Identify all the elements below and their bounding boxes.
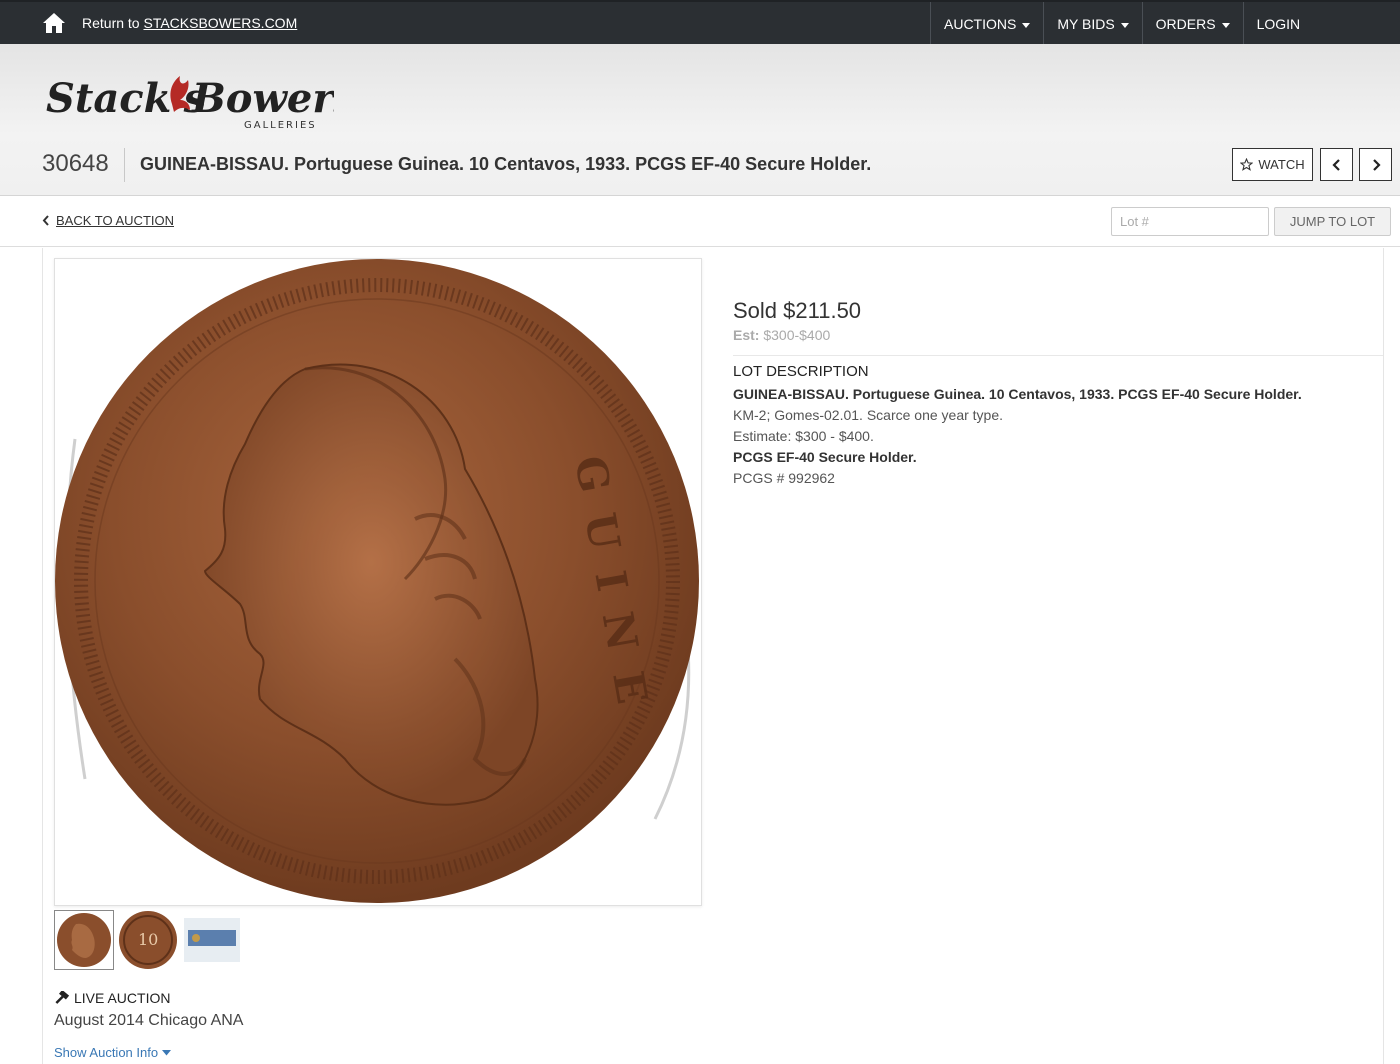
stacks-bowers-logo[interactable]: Stack's Bowers GALLERIES [44,62,334,132]
stacksbowers-link[interactable]: STACKSBOWERS.COM [143,15,297,31]
auction-name: August 2014 Chicago ANA [54,1012,244,1029]
return-link[interactable]: Return to STACKSBOWERS.COM [82,15,297,31]
divider [733,355,1383,356]
nav-auctions[interactable]: AUCTIONS [930,2,1043,46]
caret-down-icon [1022,22,1031,28]
sub-toolbar: BACK TO AUCTION JUMP TO LOT [0,197,1400,247]
description-line: PCGS # 992962 [733,470,835,486]
thumb-reverse[interactable]: 10 [118,910,178,970]
caret-down-icon [162,1049,172,1055]
divider [124,148,125,182]
nav-my-bids[interactable]: MY BIDS [1043,2,1141,46]
lot-description-heading: LOT DESCRIPTION [733,363,869,380]
top-nav-menu: AUCTIONS MY BIDS ORDERS LOGIN [930,2,1313,46]
caret-down-icon [1120,22,1129,28]
caret-down-icon [1221,22,1230,28]
thumbnail-strip: 10 [54,910,242,970]
svg-text:GALLERIES: GALLERIES [244,120,317,131]
live-auction-label: LIVE AUCTION [54,990,170,1006]
show-auction-info-link[interactable]: Show Auction Info [54,1045,172,1060]
nav-login[interactable]: LOGIN [1242,2,1314,46]
chevron-left-icon [1331,158,1340,171]
lot-header: Stack's Bowers GALLERIES 30648 GUINEA-BI… [0,44,1400,196]
lot-title: GUINEA-BISSAU. Portuguese Guinea. 10 Cen… [140,154,872,174]
description-line: PCGS EF-40 Secure Holder. [733,449,917,465]
chevron-left-icon [42,215,49,226]
jump-to-lot-button[interactable]: JUMP TO LOT [1274,207,1391,236]
lot-number: 30648 [42,150,109,177]
top-navbar: Return to STACKSBOWERS.COM AUCTIONS MY B… [0,0,1400,46]
coin-image[interactable]: GUINE [54,258,702,906]
sold-price: Sold $211.50 [733,298,862,323]
thumb-slab[interactable] [182,910,242,970]
svg-text:10: 10 [138,930,158,949]
svg-text:Bowers: Bowers [191,75,334,122]
watch-button[interactable]: WATCH [1232,148,1313,181]
description-line: Estimate: $300 - $400. [733,428,874,444]
lot-number-input[interactable] [1111,207,1269,236]
thumb-obverse[interactable] [54,910,114,970]
svg-text:Stack's: Stack's [46,75,206,122]
description-title: GUINEA-BISSAU. Portuguese Guinea. 10 Cen… [733,386,1302,402]
nav-orders[interactable]: ORDERS [1141,2,1243,46]
star-icon [1240,158,1254,171]
gavel-icon [55,991,70,1004]
home-icon[interactable] [42,12,66,34]
next-lot-button[interactable] [1359,148,1392,181]
return-prefix: Return to [82,15,140,31]
chevron-right-icon [1372,158,1381,171]
description-line: KM-2; Gomes-02.01. Scarce one year type. [733,407,1004,423]
estimate: Est: $300-$400 [733,327,831,343]
lot-description: GUINEA-BISSAU. Portuguese Guinea. 10 Cen… [733,384,1373,489]
prev-lot-button[interactable] [1320,148,1353,181]
back-to-auction-link[interactable]: BACK TO AUCTION [42,213,174,228]
